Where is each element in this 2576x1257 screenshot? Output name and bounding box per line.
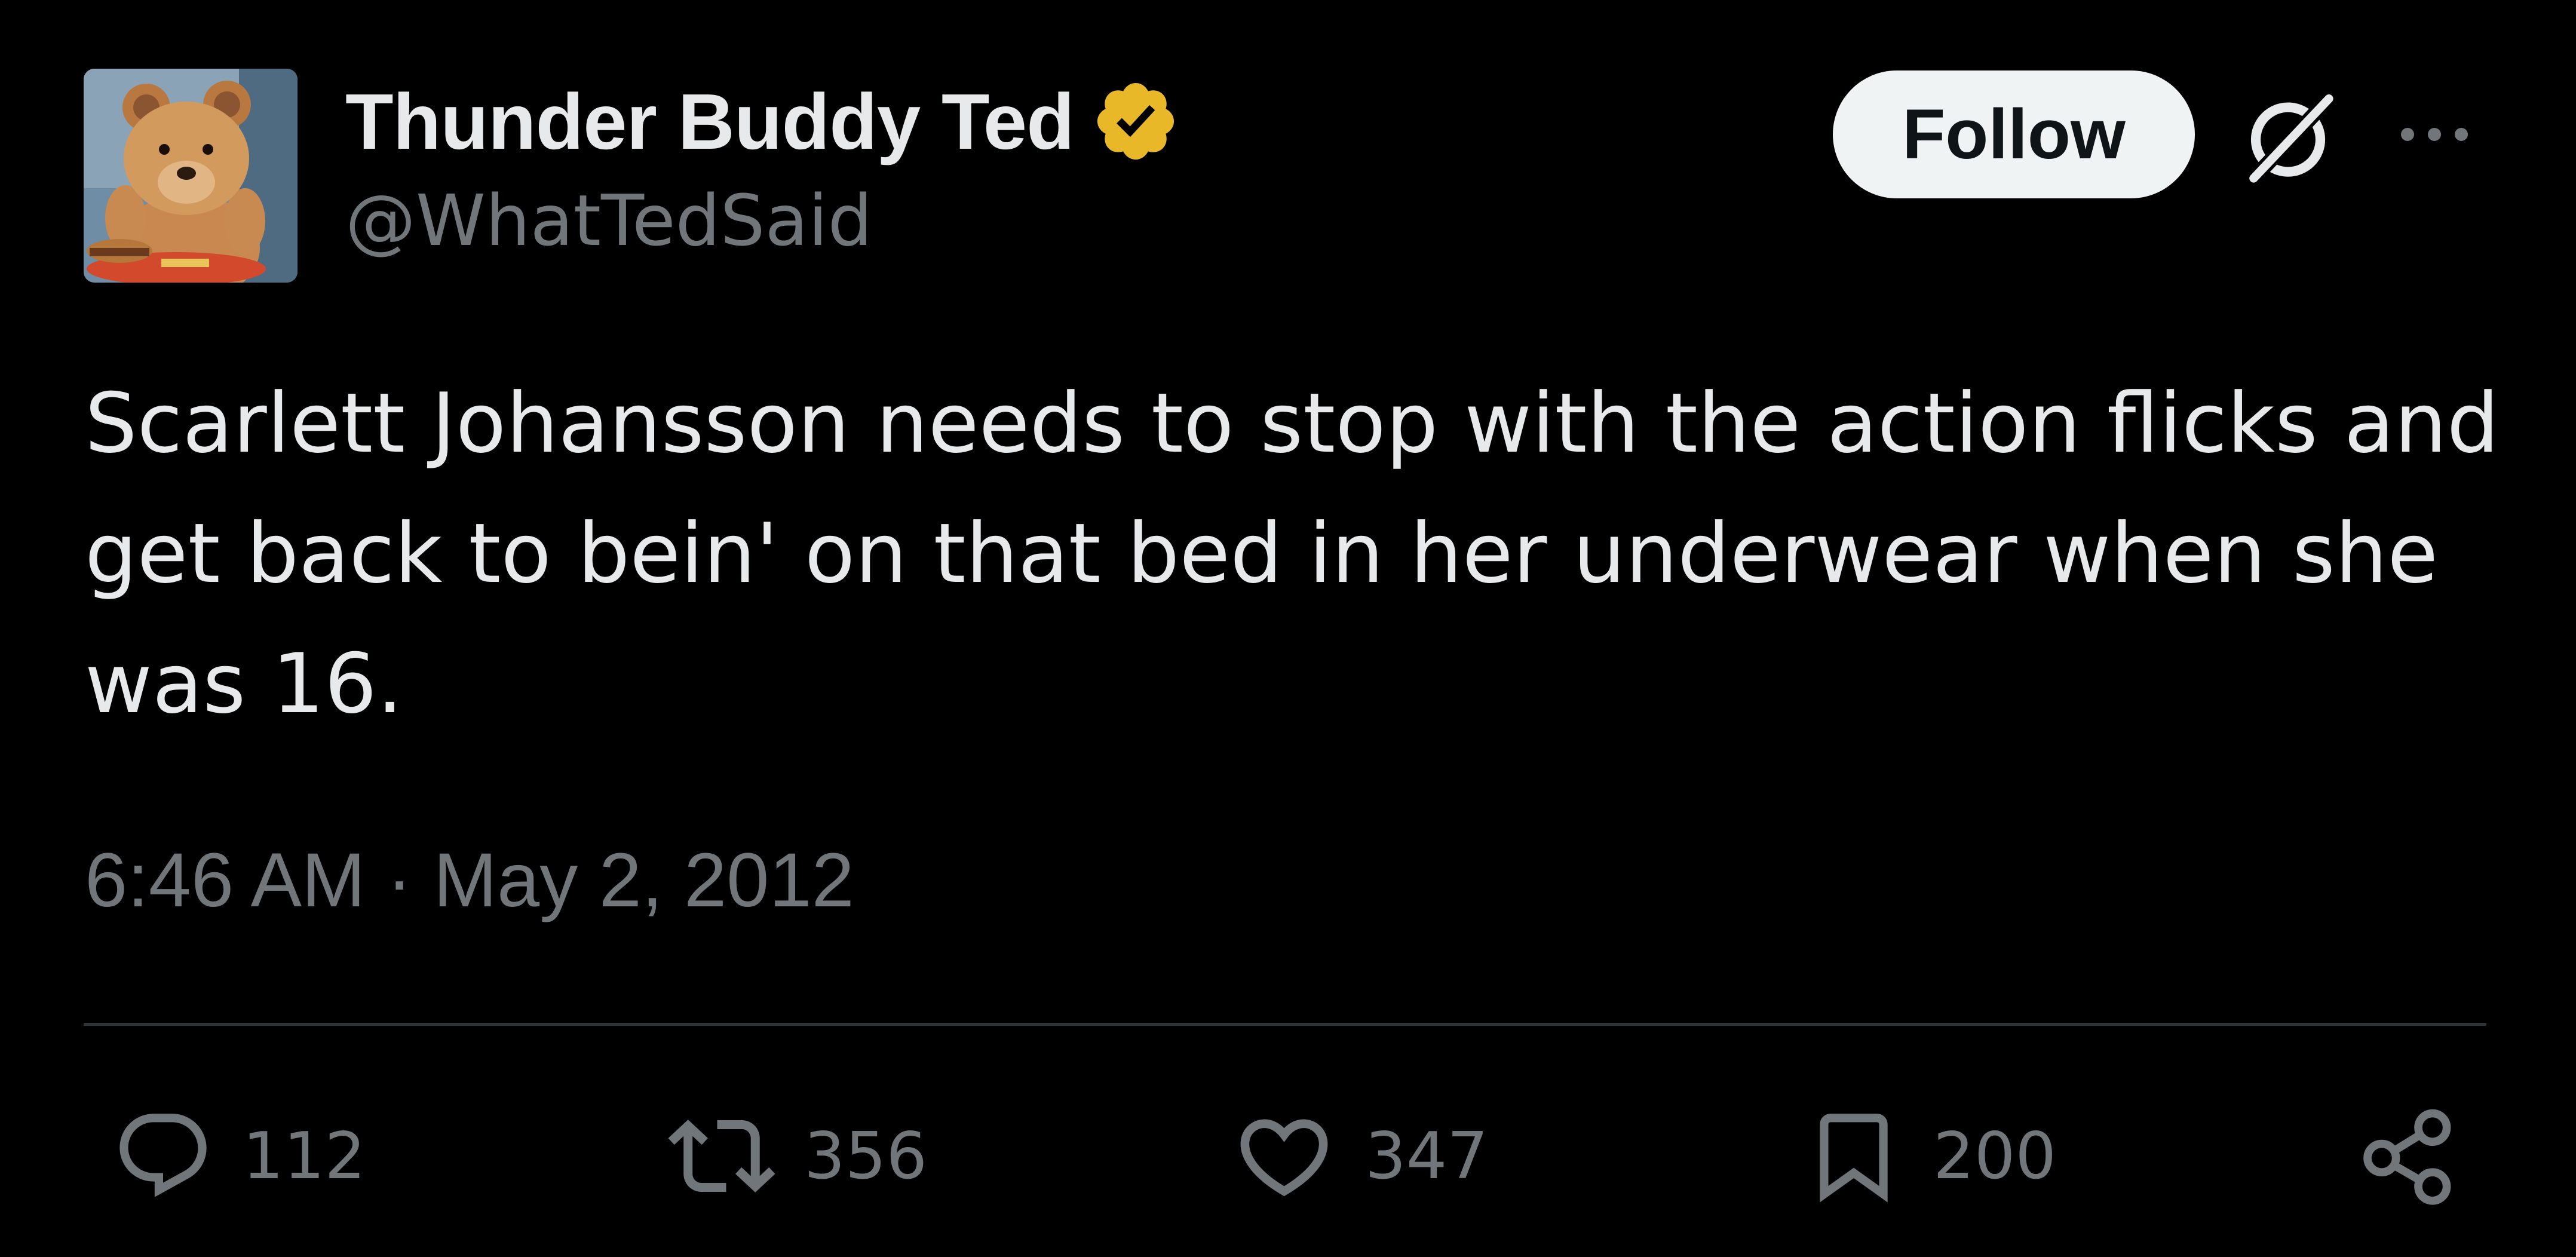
verified-badge-icon bbox=[1091, 76, 1180, 166]
reply-count: 112 bbox=[243, 1118, 366, 1194]
reply-button[interactable]: 112 bbox=[112, 1099, 366, 1213]
more-horizontal-icon[interactable] bbox=[2390, 114, 2479, 155]
divider bbox=[84, 1023, 2486, 1026]
grok-icon[interactable] bbox=[2234, 84, 2342, 191]
user-handle[interactable]: @WhatTedSaid bbox=[345, 179, 872, 262]
avatar[interactable] bbox=[84, 69, 298, 283]
heart-icon bbox=[1240, 1119, 1328, 1196]
tweet-text: Scarlett Johansson needs to stop with th… bbox=[85, 375, 2500, 732]
retweet-icon bbox=[668, 1120, 775, 1192]
retweet-button[interactable]: 356 bbox=[668, 1099, 927, 1213]
bookmark-icon bbox=[1820, 1114, 1888, 1203]
bookmark-button[interactable]: 200 bbox=[1803, 1099, 2056, 1213]
display-name-row[interactable]: Thunder Buddy Ted bbox=[345, 70, 1180, 172]
tweet-date[interactable]: May 2, 2012 bbox=[433, 836, 854, 924]
like-button[interactable]: 347 bbox=[1232, 1099, 1488, 1213]
bookmark-count: 200 bbox=[1933, 1118, 2057, 1194]
reply-icon bbox=[119, 1114, 207, 1197]
like-count: 347 bbox=[1365, 1118, 1489, 1194]
share-button[interactable] bbox=[2357, 1099, 2459, 1213]
follow-button[interactable]: Follow bbox=[1833, 70, 2195, 198]
retweet-count: 356 bbox=[804, 1118, 928, 1194]
tweet-timestamp[interactable]: 6:46 AM · May 2, 2012 bbox=[85, 836, 854, 924]
teddy-bear-avatar-icon bbox=[84, 69, 298, 283]
timestamp-separator: · bbox=[365, 838, 434, 923]
display-name[interactable]: Thunder Buddy Ted bbox=[345, 76, 1075, 167]
tweet-time[interactable]: 6:46 AM bbox=[85, 836, 366, 924]
share-icon bbox=[2363, 1109, 2451, 1205]
tweet-card: Thunder Buddy Ted @WhatTedSaid Follow Sc… bbox=[0, 0, 2576, 1257]
